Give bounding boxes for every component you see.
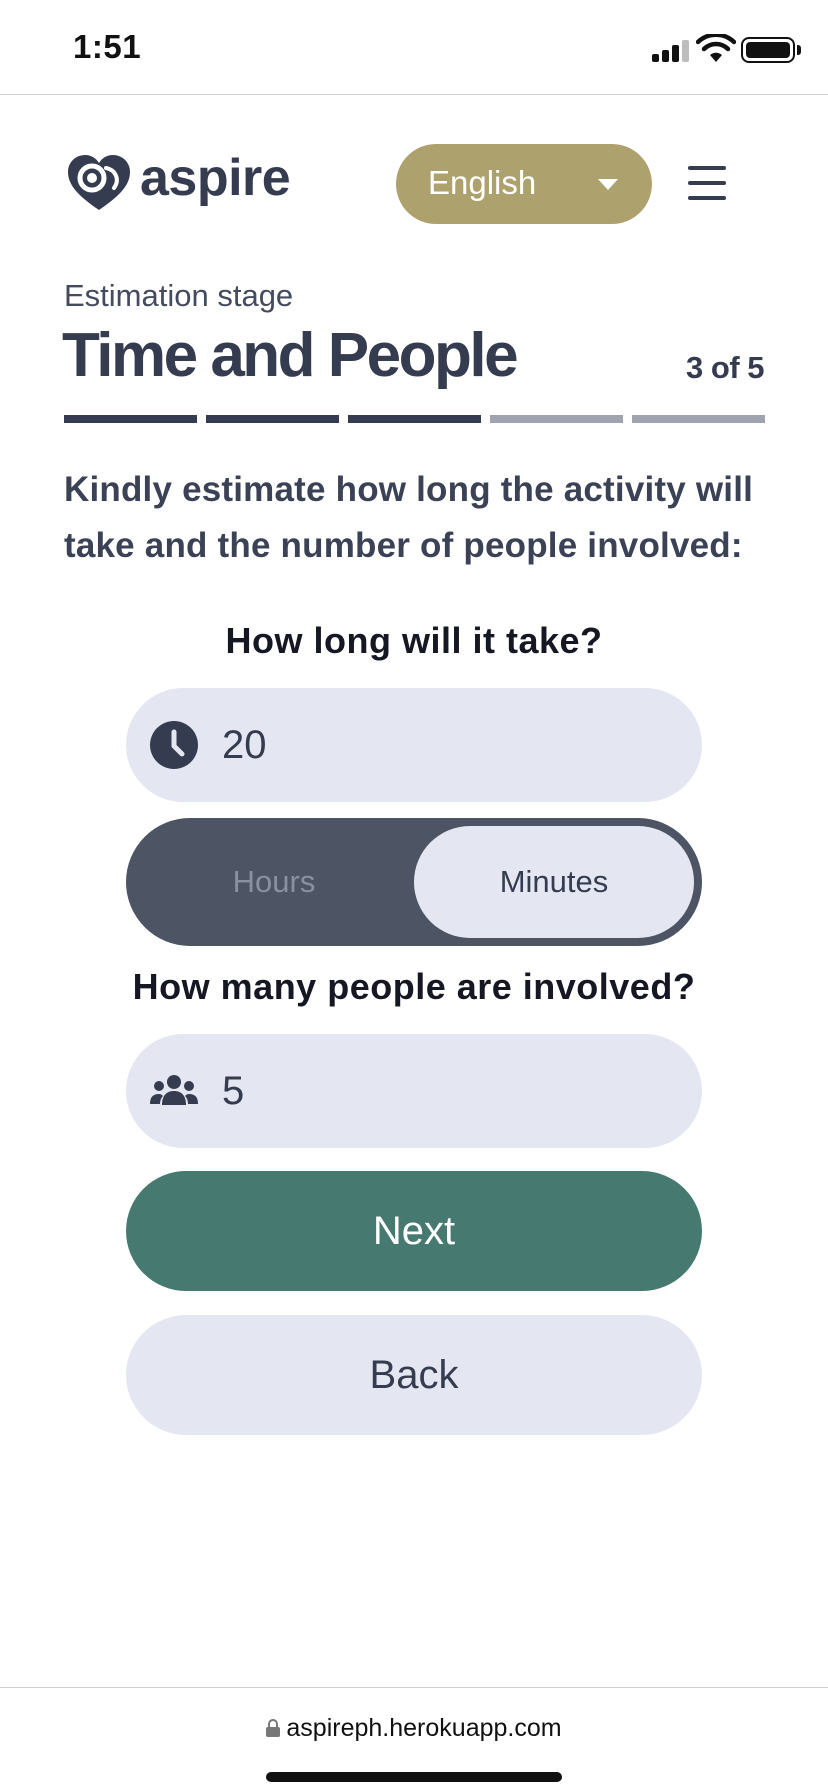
status-bar: 1:51: [0, 0, 828, 95]
battery-cap: [797, 45, 801, 55]
people-question: How many people are involved?: [132, 966, 696, 1007]
step-counter: 3 of 5: [686, 350, 764, 385]
people-input[interactable]: [222, 1034, 662, 1148]
next-button[interactable]: Next: [126, 1171, 702, 1291]
status-time: 1:51: [73, 28, 142, 65]
clock-icon: [150, 721, 198, 769]
caret-down-icon: [598, 179, 618, 190]
language-select[interactable]: English: [396, 144, 652, 224]
url-container[interactable]: aspireph.herokuapp.com: [0, 1714, 828, 1743]
progress-segment: [64, 415, 197, 423]
battery-icon: [741, 37, 795, 63]
progress-segment: [348, 415, 481, 423]
back-button[interactable]: Back: [126, 1315, 702, 1435]
browser-url-bar: aspireph.herokuapp.com: [0, 1687, 828, 1792]
progress-segment: [206, 415, 339, 423]
time-unit-toggle[interactable]: Hours Minutes: [126, 818, 702, 946]
hamburger-menu-icon[interactable]: [688, 166, 728, 200]
progress-segment: [632, 415, 765, 423]
progress-segment: [490, 415, 623, 423]
heart-logo-icon: [68, 155, 130, 210]
step-progress-bar: [64, 415, 765, 423]
unit-option-hours[interactable]: Hours: [134, 826, 414, 938]
page-title: Time and People: [62, 321, 519, 390]
people-field: [126, 1034, 702, 1148]
logo-text: aspire: [140, 149, 291, 207]
lock-icon: [266, 1719, 281, 1737]
instructions-text: Kindly estimate how long the activity wi…: [64, 470, 754, 565]
cellular-signal-icon: [652, 38, 692, 62]
duration-input[interactable]: [222, 688, 662, 802]
duration-field: [126, 688, 702, 802]
language-selected-value: English: [428, 164, 537, 201]
home-indicator[interactable]: [266, 1772, 562, 1782]
url-text: aspireph.herokuapp.com: [286, 1714, 562, 1742]
stage-label: Estimation stage: [64, 278, 294, 313]
wifi-icon: [696, 34, 736, 62]
unit-option-minutes[interactable]: Minutes: [414, 826, 694, 938]
duration-question: How long will it take?: [225, 620, 603, 661]
people-icon: [150, 1075, 198, 1105]
